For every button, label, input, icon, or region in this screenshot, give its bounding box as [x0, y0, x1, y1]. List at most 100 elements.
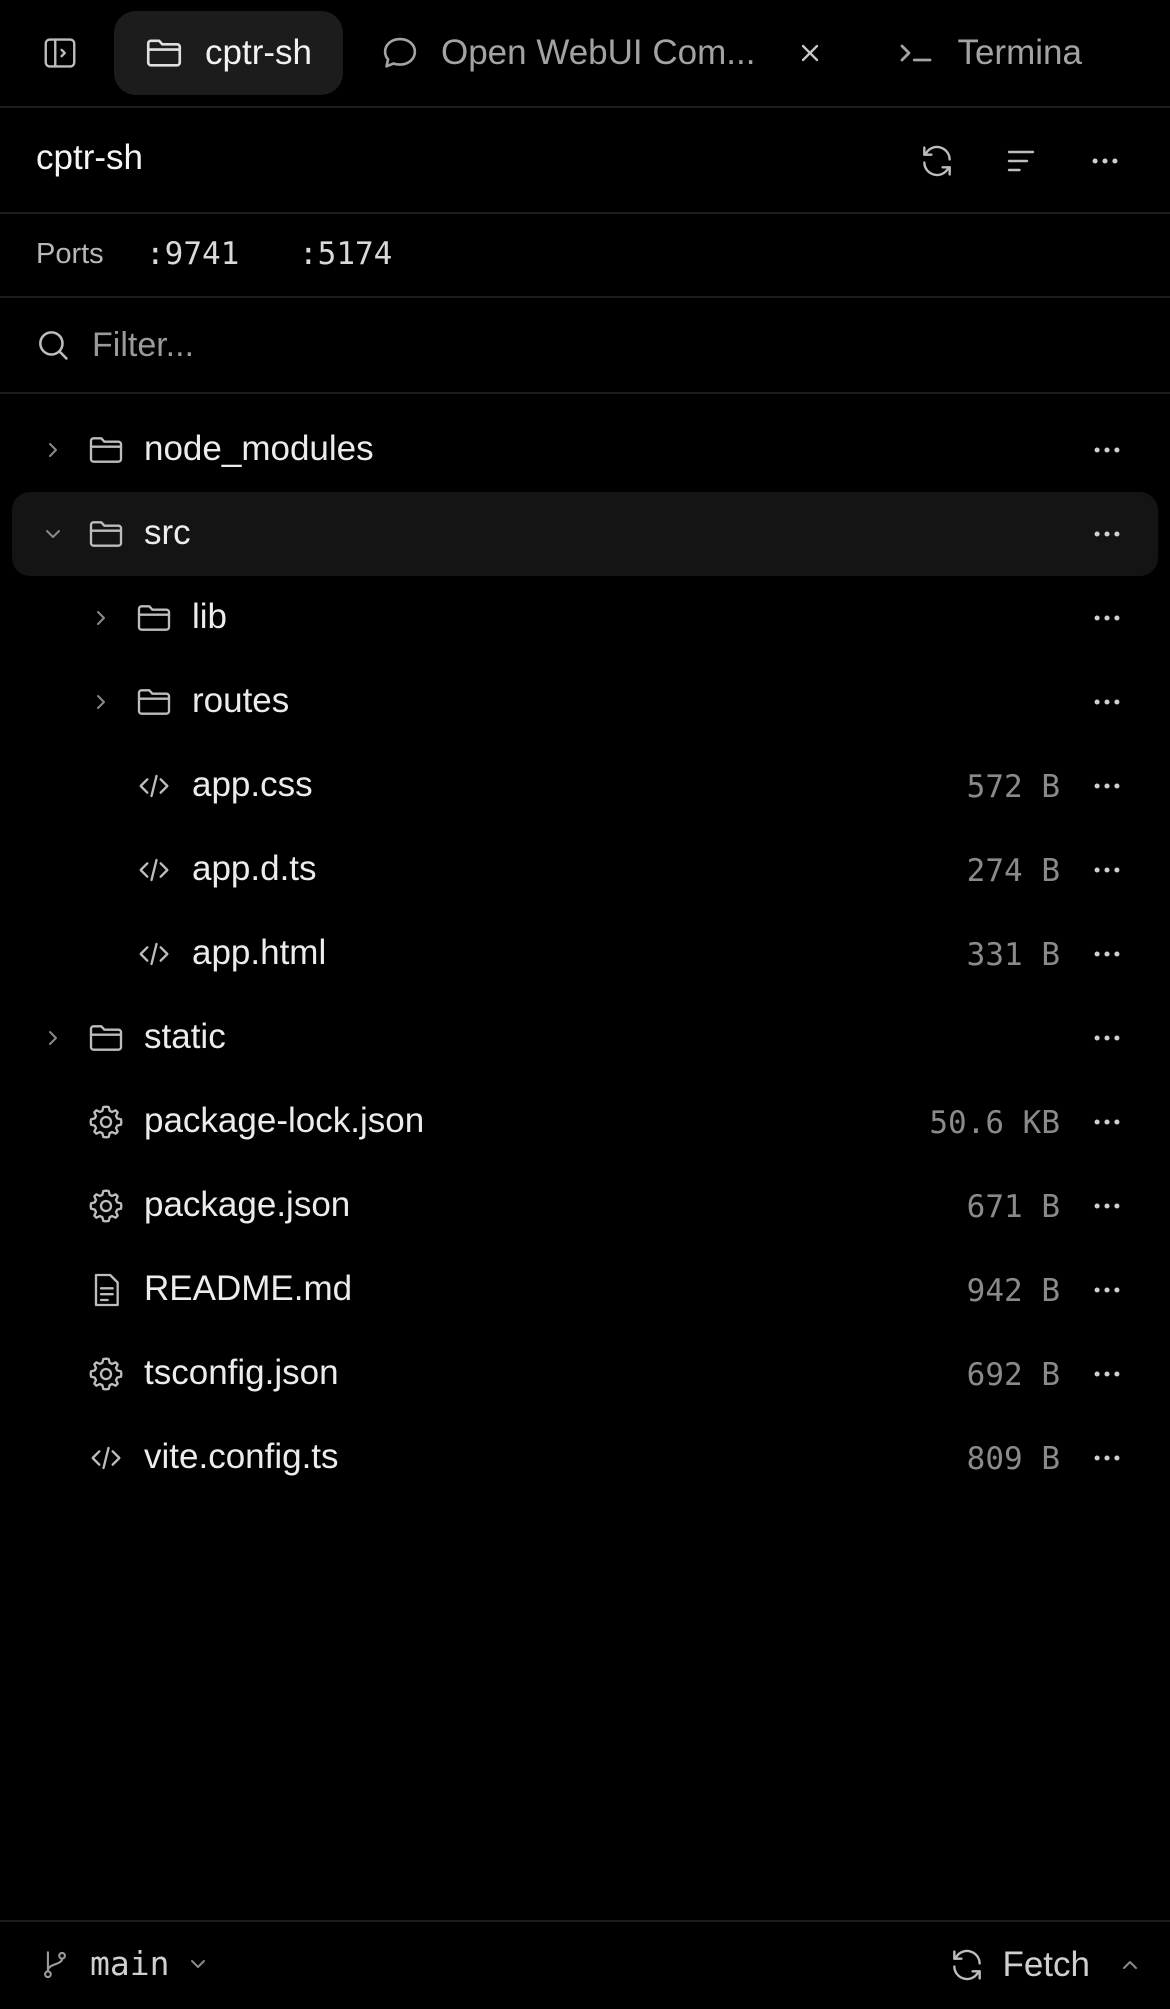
tab-bar: cptr-sh Open WebUI Com... Termina: [0, 0, 1170, 108]
row-more-button[interactable]: [1084, 1016, 1130, 1060]
row-more-button[interactable]: [1084, 1352, 1130, 1396]
refresh-icon: [953, 1949, 982, 1981]
row-more-button[interactable]: [1084, 764, 1130, 808]
branch-selector[interactable]: main: [90, 1944, 169, 1983]
code-file-icon: [133, 849, 175, 891]
project-header: cptr-sh: [0, 108, 1170, 214]
tree-folder-row[interactable]: lib: [12, 576, 1158, 660]
document-icon: [85, 1269, 127, 1311]
more-horizontal-icon: [1094, 867, 1120, 873]
refresh-icon: [923, 145, 951, 177]
row-more-button[interactable]: [1084, 1268, 1130, 1312]
folder-icon: [133, 681, 175, 723]
chevron-down-icon[interactable]: [38, 519, 68, 549]
port-link[interactable]: :9741: [146, 236, 239, 272]
file-size: 809 B: [966, 1441, 1060, 1477]
tree-item-name: lib: [192, 597, 228, 636]
chevron-down-icon[interactable]: [186, 1952, 210, 1976]
tree-item-name: routes: [192, 681, 290, 720]
code-file-icon: [133, 765, 175, 807]
more-horizontal-icon: [1094, 1203, 1120, 1209]
chevron-right-icon[interactable]: [86, 603, 116, 633]
tab-open-webui[interactable]: Open WebUI Com...: [343, 11, 851, 95]
tree-folder-row[interactable]: node_modules: [12, 408, 1158, 492]
more-horizontal-icon: [1094, 615, 1120, 621]
tab-label: Open WebUI Com...: [440, 33, 756, 72]
tree-file-row[interactable]: app.d.ts 274 B: [12, 828, 1158, 912]
folder-icon: [85, 1017, 127, 1059]
tree-item-name: app.css: [192, 765, 313, 804]
tree-item-name: app.html: [192, 933, 327, 972]
folder-icon: [85, 429, 127, 471]
tree-file-row[interactable]: app.html 331 B: [12, 912, 1158, 996]
row-more-button[interactable]: [1084, 1100, 1130, 1144]
row-more-button[interactable]: [1084, 680, 1130, 724]
tree-file-row[interactable]: README.md 942 B: [12, 1248, 1158, 1332]
tree-file-row[interactable]: vite.config.ts 809 B: [12, 1416, 1158, 1500]
tree-item-name: tsconfig.json: [144, 1353, 339, 1392]
tree-item-name: src: [144, 513, 191, 552]
code-file-icon: [85, 1437, 127, 1479]
sidebar-toggle-icon: [44, 38, 76, 68]
tree-file-row[interactable]: package.json 671 B: [12, 1164, 1158, 1248]
row-more-button[interactable]: [1084, 932, 1130, 976]
tree-file-row[interactable]: tsconfig.json 692 B: [12, 1332, 1158, 1416]
more-horizontal-icon: [1094, 1119, 1120, 1125]
fetch-button[interactable]: Fetch: [948, 1934, 1142, 1996]
code-file-icon: [133, 933, 175, 975]
more-horizontal-icon: [1094, 783, 1120, 789]
more-horizontal-icon: [1094, 1035, 1120, 1041]
gear-icon: [85, 1101, 127, 1143]
tree-item-name: README.md: [144, 1269, 353, 1308]
tree-item-name: package.json: [144, 1185, 351, 1224]
chevron-up-icon[interactable]: [1118, 1953, 1142, 1977]
sort-lines-icon: [1007, 150, 1035, 172]
fetch-label: Fetch: [1002, 1945, 1090, 1984]
refresh-button[interactable]: [912, 136, 962, 186]
row-more-button[interactable]: [1084, 512, 1130, 556]
search-icon: [39, 331, 68, 360]
gear-icon: [85, 1185, 127, 1227]
tab-label: Termina: [957, 33, 1082, 72]
close-icon: [802, 44, 819, 62]
row-more-button[interactable]: [1084, 1436, 1130, 1480]
more-horizontal-icon: [1094, 699, 1120, 705]
file-size: 274 B: [966, 853, 1060, 889]
tree-folder-row[interactable]: static: [12, 996, 1158, 1080]
sidebar-toggle-button[interactable]: [27, 20, 93, 86]
git-branch-icon: [44, 1951, 66, 1979]
file-size: 692 B: [966, 1357, 1060, 1393]
file-size: 671 B: [966, 1189, 1060, 1225]
chat-bubble-icon: [383, 37, 417, 68]
tab-close-button[interactable]: [785, 28, 835, 78]
row-more-button[interactable]: [1084, 596, 1130, 640]
more-horizontal-icon: [1094, 1371, 1120, 1377]
row-more-button[interactable]: [1084, 428, 1130, 472]
gear-icon: [85, 1353, 127, 1395]
folder-icon: [133, 597, 175, 639]
status-footer: main Fetch: [0, 1920, 1170, 2009]
tab-label: cptr-sh: [205, 33, 312, 72]
row-more-button[interactable]: [1084, 1184, 1130, 1228]
header-more-button[interactable]: [1080, 136, 1130, 186]
tree-folder-row[interactable]: src: [12, 492, 1158, 576]
more-horizontal-icon: [1094, 1455, 1120, 1461]
tree-folder-row[interactable]: routes: [12, 660, 1158, 744]
tab-terminal[interactable]: Termina: [851, 11, 1112, 95]
tab-cptr-sh[interactable]: cptr-sh: [114, 11, 343, 95]
row-more-button[interactable]: [1084, 848, 1130, 892]
file-size: 572 B: [966, 769, 1060, 805]
sort-button[interactable]: [996, 136, 1046, 186]
filter-input[interactable]: [92, 318, 1092, 372]
port-link[interactable]: :5174: [299, 236, 392, 272]
folder-icon: [146, 39, 182, 67]
more-horizontal-icon: [1094, 447, 1120, 453]
terminal-icon: [901, 44, 932, 62]
chevron-right-icon[interactable]: [38, 435, 68, 465]
tree-item-name: package-lock.json: [144, 1101, 425, 1140]
chevron-right-icon[interactable]: [86, 687, 116, 717]
more-horizontal-icon: [1094, 1287, 1120, 1293]
chevron-right-icon[interactable]: [38, 1023, 68, 1053]
tree-file-row[interactable]: package-lock.json 50.6 KB: [12, 1080, 1158, 1164]
tree-file-row[interactable]: app.css 572 B: [12, 744, 1158, 828]
